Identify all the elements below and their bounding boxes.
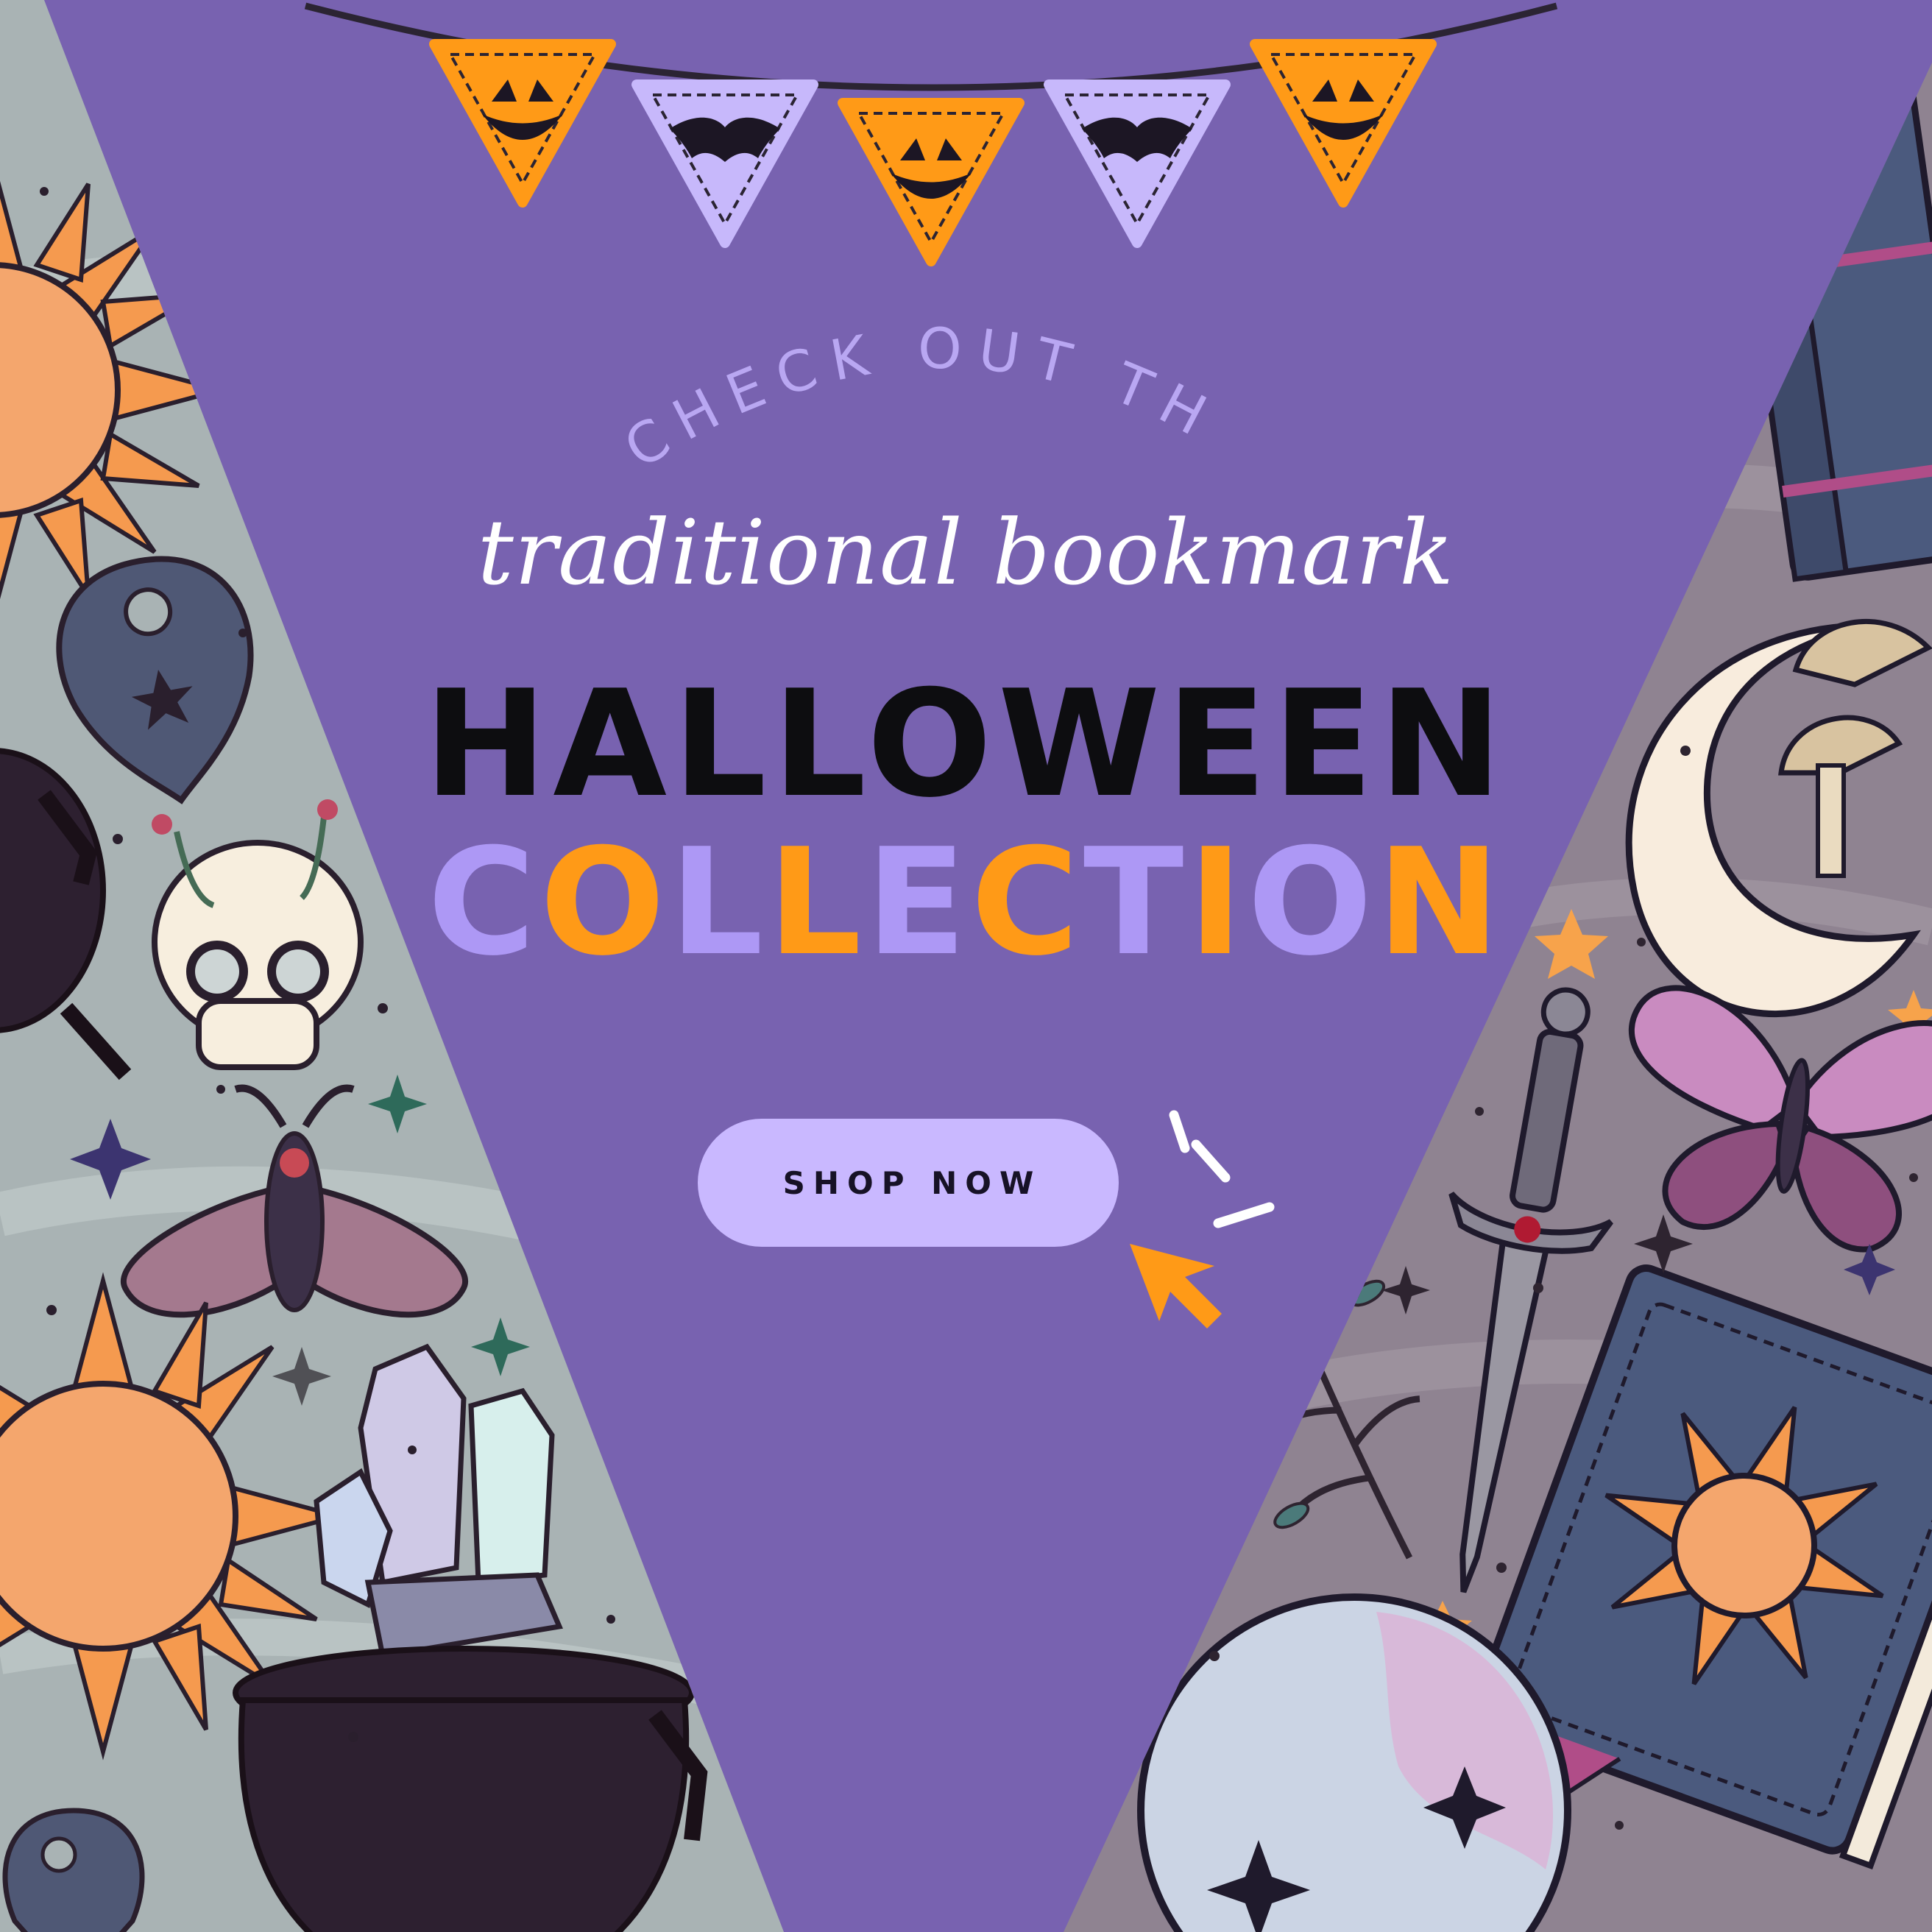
title-collection: COLLECTION — [0, 817, 1932, 988]
subtitle: traditional bookmark — [477, 500, 1455, 605]
collection-letter: O — [539, 817, 670, 988]
title-halloween: HALLOWEEN — [423, 659, 1509, 830]
shop-now-label: SHOP NOW — [782, 1164, 1042, 1201]
cauldron-icon — [233, 1646, 708, 1932]
collection-letter: C — [427, 817, 540, 988]
collection-letter: O — [1247, 817, 1377, 988]
collection-letter: L — [768, 817, 866, 988]
shop-now-button[interactable]: SHOP NOW — [698, 1119, 1119, 1247]
collection-letter: L — [669, 817, 768, 988]
planchette-icon — [2, 1808, 145, 1932]
collection-letter: N — [1376, 817, 1505, 988]
promo-banner: CHECK OUT THE traditional bookmark HALLO… — [0, 0, 1932, 1932]
collection-letter: C — [971, 817, 1083, 988]
collection-letter: T — [1083, 817, 1189, 988]
collection-letter: I — [1188, 817, 1248, 988]
collection-letter: E — [866, 817, 972, 988]
